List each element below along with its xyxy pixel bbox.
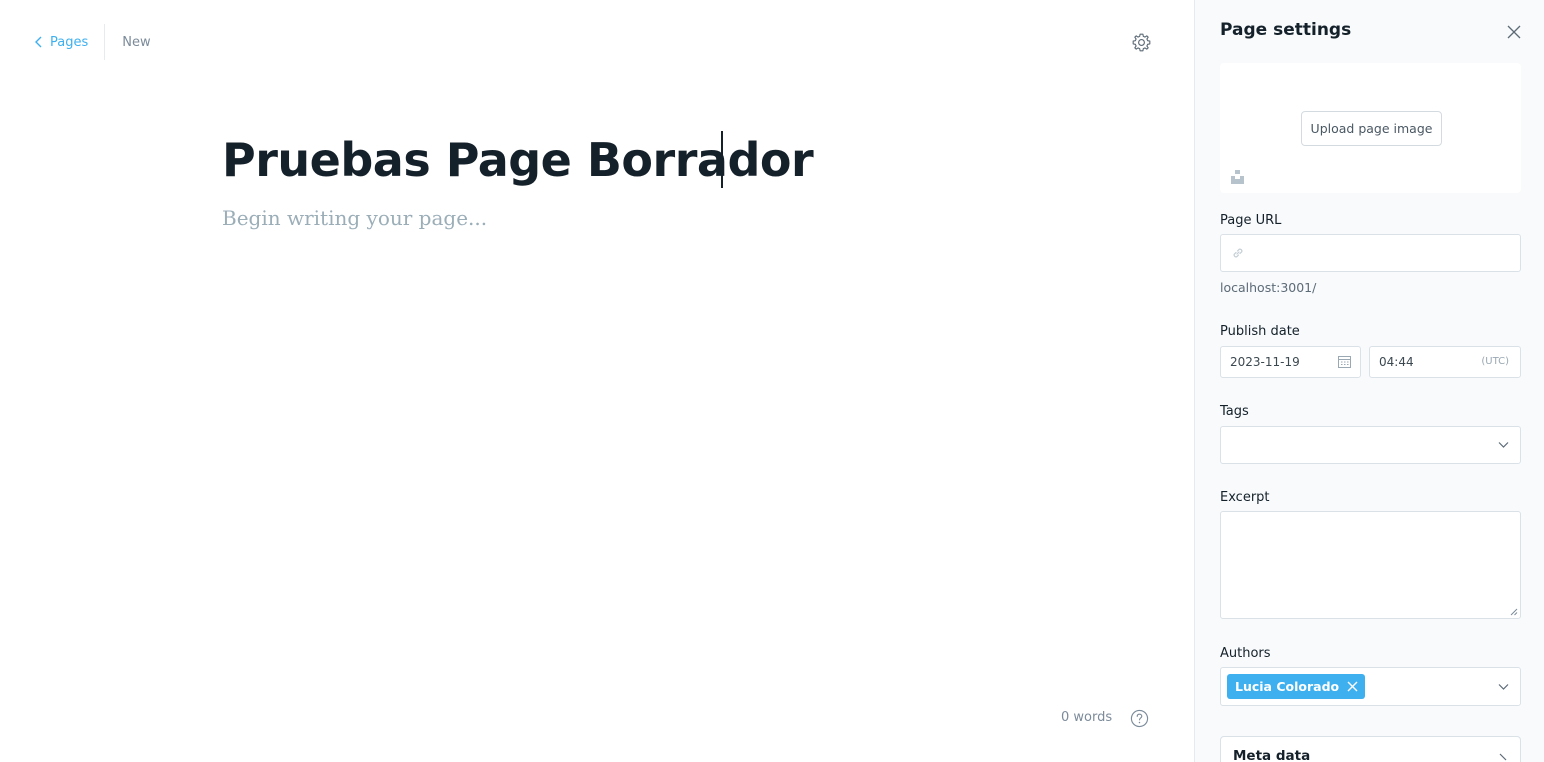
close-icon	[1507, 25, 1521, 39]
arrow-icon	[1499, 753, 1507, 761]
chevron-left-icon	[35, 36, 42, 48]
settings-toggle-button[interactable]	[1131, 32, 1152, 53]
author-name: Lucia Colorado	[1235, 679, 1340, 694]
word-count: 0 words	[1061, 710, 1113, 725]
unsplash-icon[interactable]	[1231, 170, 1244, 184]
editor-body[interactable]: Begin writing your page...	[222, 206, 487, 230]
excerpt-label: Excerpt	[1220, 490, 1270, 505]
tags-label: Tags	[1220, 404, 1249, 419]
authors-select[interactable]: Lucia Colorado	[1220, 667, 1521, 706]
post-status: New	[122, 34, 151, 50]
publish-time-value: 04:44	[1379, 355, 1414, 369]
gear-icon	[1132, 33, 1151, 52]
page-url-preview: localhost:3001/	[1220, 280, 1317, 295]
chevron-down-icon	[1498, 684, 1509, 690]
excerpt-textarea[interactable]	[1220, 511, 1521, 619]
page-url-input[interactable]	[1220, 234, 1521, 272]
authors-label: Authors	[1220, 646, 1271, 661]
question-icon	[1130, 709, 1149, 728]
page-settings-panel: Page settings Upload page image Page URL…	[1194, 0, 1544, 762]
link-icon	[1233, 248, 1243, 258]
meta-data-section[interactable]: Meta data	[1220, 736, 1521, 762]
publish-date-input[interactable]: 2023-11-19	[1220, 346, 1361, 378]
page-url-label: Page URL	[1220, 213, 1282, 228]
back-label: Pages	[50, 34, 89, 50]
tags-select[interactable]	[1220, 426, 1521, 464]
back-to-pages-link[interactable]: Pages	[34, 24, 106, 60]
post-title-input[interactable]: Pruebas Page Borrador	[222, 130, 814, 190]
publish-date-value: 2023-11-19	[1230, 355, 1300, 369]
breadcrumb: Pages New	[34, 24, 151, 60]
publish-date-label: Publish date	[1220, 324, 1300, 339]
publish-time-input[interactable]: 04:44 (UTC)	[1369, 346, 1521, 378]
panel-title: Page settings	[1220, 20, 1352, 40]
upload-image-button[interactable]: Upload page image	[1301, 111, 1442, 146]
editor: Pages New Pruebas Page Borrador Begin wr…	[0, 0, 1194, 762]
author-chip: Lucia Colorado	[1227, 674, 1366, 699]
close-settings-button[interactable]	[1507, 24, 1521, 39]
text-caret	[721, 131, 723, 188]
remove-icon[interactable]	[1347, 681, 1358, 692]
calendar-icon[interactable]	[1338, 355, 1351, 368]
help-button[interactable]	[1130, 709, 1149, 728]
chevron-down-icon	[1498, 442, 1509, 448]
page-image-dropzone: Upload page image	[1220, 63, 1521, 193]
timezone-label: (UTC)	[1481, 356, 1509, 367]
meta-data-title: Meta data	[1233, 748, 1311, 762]
resize-grip-icon[interactable]	[1510, 608, 1518, 616]
